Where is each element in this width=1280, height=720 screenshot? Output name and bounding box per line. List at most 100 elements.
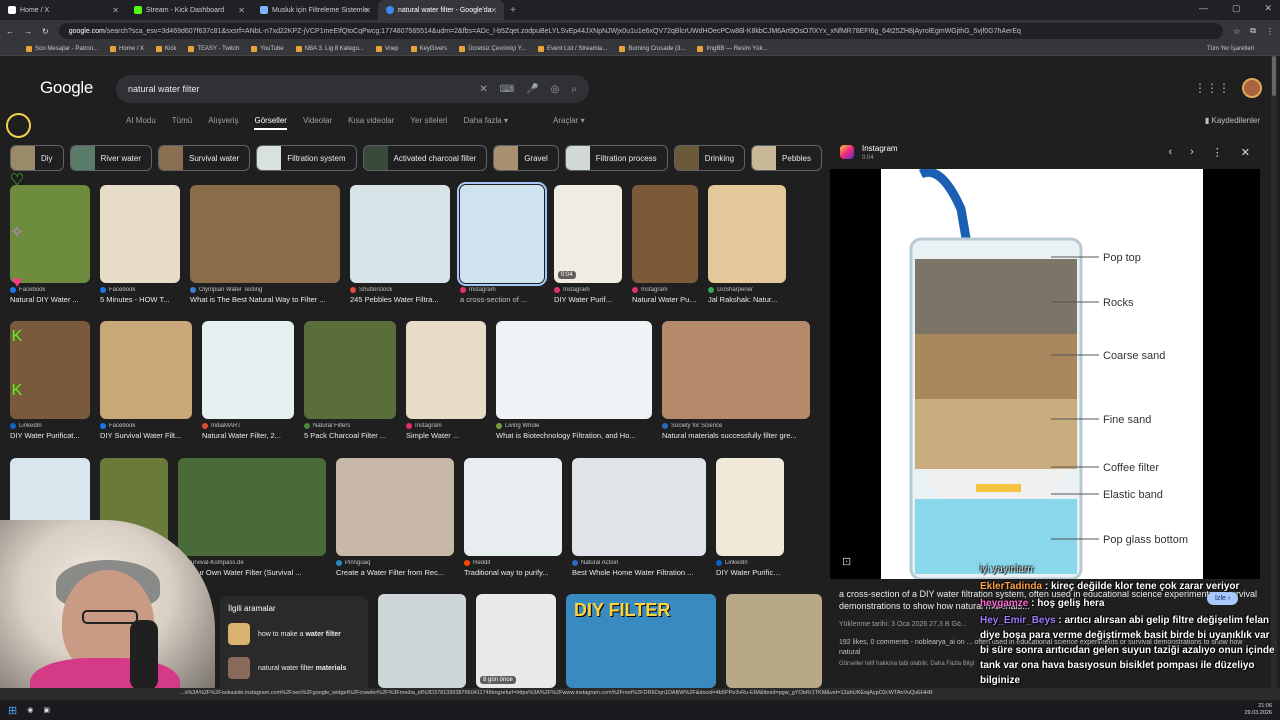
result-source[interactable]: IndiaMART [202, 423, 294, 429]
chevron-left-icon[interactable]: ‹ [1168, 146, 1172, 159]
result-source[interactable]: LinkedIn [10, 423, 90, 429]
suggestion-chip[interactable]: Pebbles [751, 145, 822, 171]
result-source[interactable]: Reddit [464, 560, 562, 566]
result-caption[interactable]: DIY Survival Water Filt... [100, 431, 192, 440]
google-logo[interactable]: Google [40, 78, 93, 98]
bookmark-item[interactable]: TEASY - Twitch [188, 45, 239, 52]
result-thumbnail[interactable] [100, 185, 180, 283]
image-result[interactable]: Instagram a cross-section of ... [457, 182, 547, 304]
search-icon[interactable]: ⌕ [571, 84, 577, 95]
result-caption[interactable]: a cross-section of ... [460, 295, 544, 304]
image-result[interactable]: Olympian Water Testing What is The Best N… [190, 185, 340, 304]
image-result[interactable]: 8 gün önce [476, 594, 556, 688]
apps-grid-icon[interactable]: ⋮⋮⋮ [1194, 81, 1230, 95]
result-thumbnail[interactable] [202, 321, 294, 419]
bookmark-item[interactable]: Voep [375, 45, 399, 52]
result-thumbnail[interactable] [662, 321, 810, 419]
result-source[interactable]: Society for Science [662, 423, 810, 429]
suggestion-chip[interactable]: Activated charcoal filter [362, 145, 488, 171]
suggestion-chip[interactable]: Filtration system [256, 145, 357, 171]
maximize-icon[interactable]: ▢ [1232, 3, 1241, 14]
result-source[interactable]: Olympian Water Testing [190, 287, 340, 293]
image-result[interactable]: Facebook DIY Survival Water Filt... [100, 321, 192, 440]
result-source[interactable]: Natural Filters [304, 423, 396, 429]
image-result[interactable]: Reddit Traditional way to purify... [464, 458, 562, 577]
result-thumbnail[interactable]: 0:04 [554, 185, 622, 283]
result-thumbnail[interactable] [406, 321, 486, 419]
image-result[interactable]: Instagram Natural Water Purif... [632, 185, 698, 304]
bookmark-item[interactable]: Kick [156, 45, 176, 52]
all-bookmarks[interactable]: Tüm Yer İşaretleri [1207, 46, 1254, 52]
image-result[interactable]: Instagram Simple Water ... [406, 321, 486, 440]
result-thumbnail[interactable]: DIY FILTER [566, 594, 716, 688]
bookmark-item[interactable]: Burning Crusade (3... [619, 45, 685, 52]
clock[interactable]: 21:06 29.03.2026 [1244, 703, 1272, 717]
suggestion-chip[interactable]: River water [69, 145, 153, 171]
result-thumbnail[interactable] [336, 458, 454, 556]
new-tab-button[interactable]: + [504, 5, 522, 16]
close-icon[interactable]: ✕ [238, 6, 245, 15]
suggestion-chip[interactable]: Diy [10, 145, 64, 171]
image-result[interactable]: Society for Science Natural materials suc… [662, 321, 810, 440]
result-thumbnail[interactable] [572, 458, 706, 556]
result-thumbnail[interactable] [350, 185, 450, 283]
result-caption[interactable]: What is The Best Natural Way to Filter .… [190, 295, 340, 304]
lens-icon[interactable]: ◎ [551, 84, 560, 95]
result-caption[interactable]: What is Biotechnology Filtration, and Ho… [496, 431, 652, 440]
result-thumbnail[interactable] [304, 321, 396, 419]
image-result[interactable]: Natural Filters 5 Pack Charcoal Filter ..… [304, 321, 396, 440]
clear-icon[interactable]: ✕ [479, 84, 487, 95]
result-caption[interactable]: Create a Water Filter from Rec... [336, 568, 454, 577]
suggestion-chip[interactable]: Filtration process [564, 145, 668, 171]
result-thumbnail[interactable] [378, 594, 466, 688]
result-source[interactable]: Instagram [406, 423, 486, 429]
close-icon[interactable]: ✕ [112, 6, 119, 15]
back-icon[interactable]: ← [6, 27, 14, 36]
mic-icon[interactable]: 🎤 [526, 84, 538, 95]
close-icon[interactable]: ✕ [490, 6, 497, 15]
bookmark-item[interactable]: NBA 3. Lig 8 Katego... [295, 45, 364, 52]
result-thumbnail[interactable] [632, 185, 698, 283]
image-result[interactable]: Pinnguaq Create a Water Filter from Rec..… [336, 458, 454, 577]
preview-source[interactable]: Instagram [862, 144, 898, 153]
result-source[interactable]: Instagram [554, 287, 622, 293]
result-thumbnail[interactable] [726, 594, 822, 688]
result-thumbnail[interactable] [100, 321, 192, 419]
reload-icon[interactable]: ↻ [42, 27, 49, 36]
suggestion-chip[interactable]: Survival water [158, 145, 251, 171]
image-result[interactable] [378, 594, 466, 688]
result-caption[interactable]: Best Whole Home Water Filtration ... [572, 568, 706, 577]
search-box[interactable]: natural water filter ✕ ⌨ 🎤 ◎ ⌕ [116, 75, 589, 103]
filter-tab[interactable]: Yer siteleri [410, 116, 447, 130]
menu-icon[interactable]: ⋮ [1266, 27, 1274, 36]
browser-tab-1[interactable]: Stream - Kick Dashboard ✕ [126, 0, 252, 20]
bookmark-item[interactable]: YouTube [251, 45, 284, 52]
image-result[interactable]: Natural Action Best Whole Home Water Filt… [572, 458, 706, 577]
result-caption[interactable]: Simple Water ... [406, 431, 486, 440]
result-caption[interactable]: Traditional way to purify... [464, 568, 562, 577]
close-icon[interactable]: ✕ [364, 6, 371, 15]
image-result[interactable]: Survival-Kompass.de ...r Your Own Water F… [178, 458, 326, 577]
result-source[interactable]: Facebook [100, 423, 192, 429]
result-source[interactable]: Living Whole [496, 423, 652, 429]
result-thumbnail[interactable] [496, 321, 652, 419]
bookmark-item[interactable]: Event List / Streamla... [537, 45, 607, 52]
result-source[interactable]: LinkedIn [716, 560, 784, 566]
windows-start-icon[interactable]: ⊞ [8, 704, 17, 717]
scrollbar-thumb[interactable] [1272, 56, 1276, 96]
filter-tab[interactable]: AI Modu [126, 116, 156, 130]
result-caption[interactable]: DIY Water Purificat... [10, 431, 90, 440]
preview-stage[interactable]: Pop top Rocks Coarse sand Fine sand Coffee f… [830, 169, 1260, 579]
bookmark-item[interactable]: Ücretsiz Çevrimiçi Y... [459, 45, 526, 52]
result-thumbnail[interactable] [190, 185, 340, 283]
image-result[interactable]: GoSharpener Jal Rakshak: Natur... [708, 185, 786, 304]
result-source[interactable]: Instagram [632, 287, 698, 293]
result-thumbnail[interactable] [464, 458, 562, 556]
image-result[interactable]: Shutterstock 245 Pebbles Water Filtra... [350, 185, 450, 304]
result-caption[interactable]: 5 Pack Charcoal Filter ... [304, 431, 396, 440]
close-window-icon[interactable]: ✕ [1264, 3, 1272, 14]
result-thumbnail[interactable] [457, 182, 547, 286]
lens-icon[interactable]: ⊡ [842, 555, 851, 568]
star-icon[interactable]: ☆ [1233, 27, 1240, 36]
result-caption[interactable]: Natural Water Filter, 2... [202, 431, 294, 440]
